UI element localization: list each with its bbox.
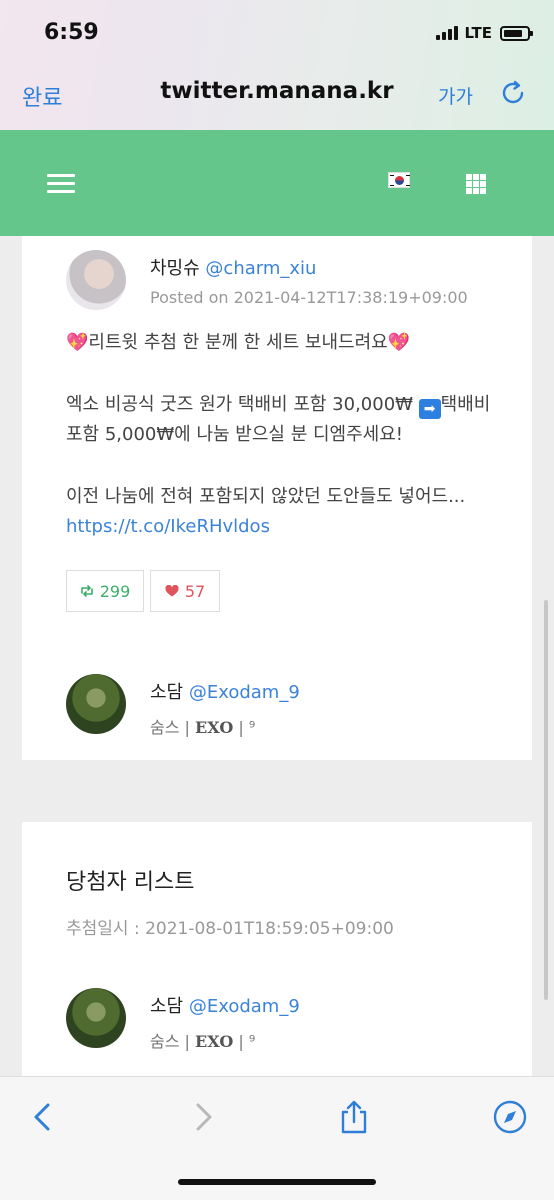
winner-bio: 숨스 | EXO | ⁹ <box>150 1028 255 1052</box>
retweet-icon <box>80 585 93 597</box>
participant-bio-suffix: | ⁹ <box>238 718 256 737</box>
tweet-line-1: 💖리트윗 추첨 한 분께 한 세트 보내드려요💖 <box>66 328 506 358</box>
author-name: 차밍슈 <box>150 258 200 279</box>
posted-date: Posted on 2021-04-12T17:38:19+09:00 <box>150 288 468 307</box>
author-handle[interactable]: @charm_xiu <box>205 258 316 279</box>
korea-flag-icon[interactable] <box>388 172 410 188</box>
tweet-line-2: 엑소 비공식 굿즈 원가 택배비 포함 30,000₩ ➡ 택배비 포함 5,00… <box>66 390 506 450</box>
status-time: 6:59 <box>44 20 99 45</box>
compass-icon[interactable] <box>492 1099 528 1135</box>
winner-bio-group: EXO <box>195 1032 234 1051</box>
signal-icon <box>436 26 459 40</box>
participant-avatar[interactable] <box>66 674 126 734</box>
retweet-count-button[interactable]: 299 <box>66 570 144 612</box>
status-icons: LTE <box>436 24 533 42</box>
site-header <box>0 130 554 236</box>
like-count-button[interactable]: 57 <box>150 570 220 612</box>
participant-line: 소담 @Exodam_9 <box>150 678 300 704</box>
apps-grid-icon[interactable] <box>466 174 486 194</box>
network-label: LTE <box>464 24 492 42</box>
home-indicator <box>178 1179 376 1185</box>
reload-icon[interactable] <box>498 78 528 108</box>
winner-name: 소담 <box>150 996 184 1017</box>
participant-bio: 숨스 | EXO | ⁹ <box>150 714 255 738</box>
heart-icon <box>165 585 179 597</box>
right-arrow-icon: ➡ <box>418 399 441 419</box>
winner-avatar[interactable] <box>66 988 126 1048</box>
author-avatar[interactable] <box>66 250 126 310</box>
winner-list-title: 당첨자 리스트 <box>66 870 195 895</box>
share-icon[interactable] <box>336 1099 372 1135</box>
tweet-card: 차밍슈 @charm_xiu Posted on 2021-04-12T17:3… <box>22 236 532 760</box>
browser-chrome: 6:59 LTE 완료 twitter.manana.kr 가가 <box>0 0 554 130</box>
like-count: 57 <box>184 581 206 601</box>
winner-bio-suffix: | ⁹ <box>238 1032 256 1051</box>
winner-handle[interactable]: @Exodam_9 <box>189 996 300 1017</box>
text-size-button[interactable]: 가가 <box>438 82 473 109</box>
participant-handle[interactable]: @Exodam_9 <box>189 682 300 703</box>
tweet-link[interactable]: https://t.co/IkeRHvldos <box>66 516 270 537</box>
participant-bio-prefix: 숨스 | <box>150 718 190 737</box>
participant-name: 소담 <box>150 682 184 703</box>
participant-bio-group: EXO <box>195 718 234 737</box>
forward-icon[interactable] <box>184 1099 220 1135</box>
menu-icon[interactable] <box>47 174 75 194</box>
tweet-line-2a: 엑소 비공식 굿즈 원가 택배비 포함 30,000₩ <box>66 394 419 415</box>
back-icon[interactable] <box>26 1099 62 1135</box>
retweet-count: 299 <box>99 581 131 601</box>
tweet-line-1-text: 리트윗 추첨 한 분께 한 세트 보내드려요 <box>88 332 388 353</box>
tweet-line-3: 이전 나눔에 전혀 포함되지 않았던 도안들도 넣어드... <box>66 486 466 507</box>
winner-bio-prefix: 숨스 | <box>150 1032 190 1051</box>
sparkling-heart-icon: 💖 <box>387 332 411 353</box>
winner-line: 소담 @Exodam_9 <box>150 992 300 1018</box>
battery-icon <box>500 25 533 41</box>
winner-list-card: 당첨자 리스트 추첨일시 : 2021-08-01T18:59:05+09:00… <box>22 822 532 1076</box>
draw-date: 추첨일시 : 2021-08-01T18:59:05+09:00 <box>66 919 394 939</box>
author-line: 차밍슈 @charm_xiu <box>150 254 316 280</box>
scrollbar[interactable] <box>544 600 548 1000</box>
sparkling-heart-icon: 💖 <box>66 332 89 353</box>
main-content: 차밍슈 @charm_xiu Posted on 2021-04-12T17:3… <box>0 236 554 1076</box>
